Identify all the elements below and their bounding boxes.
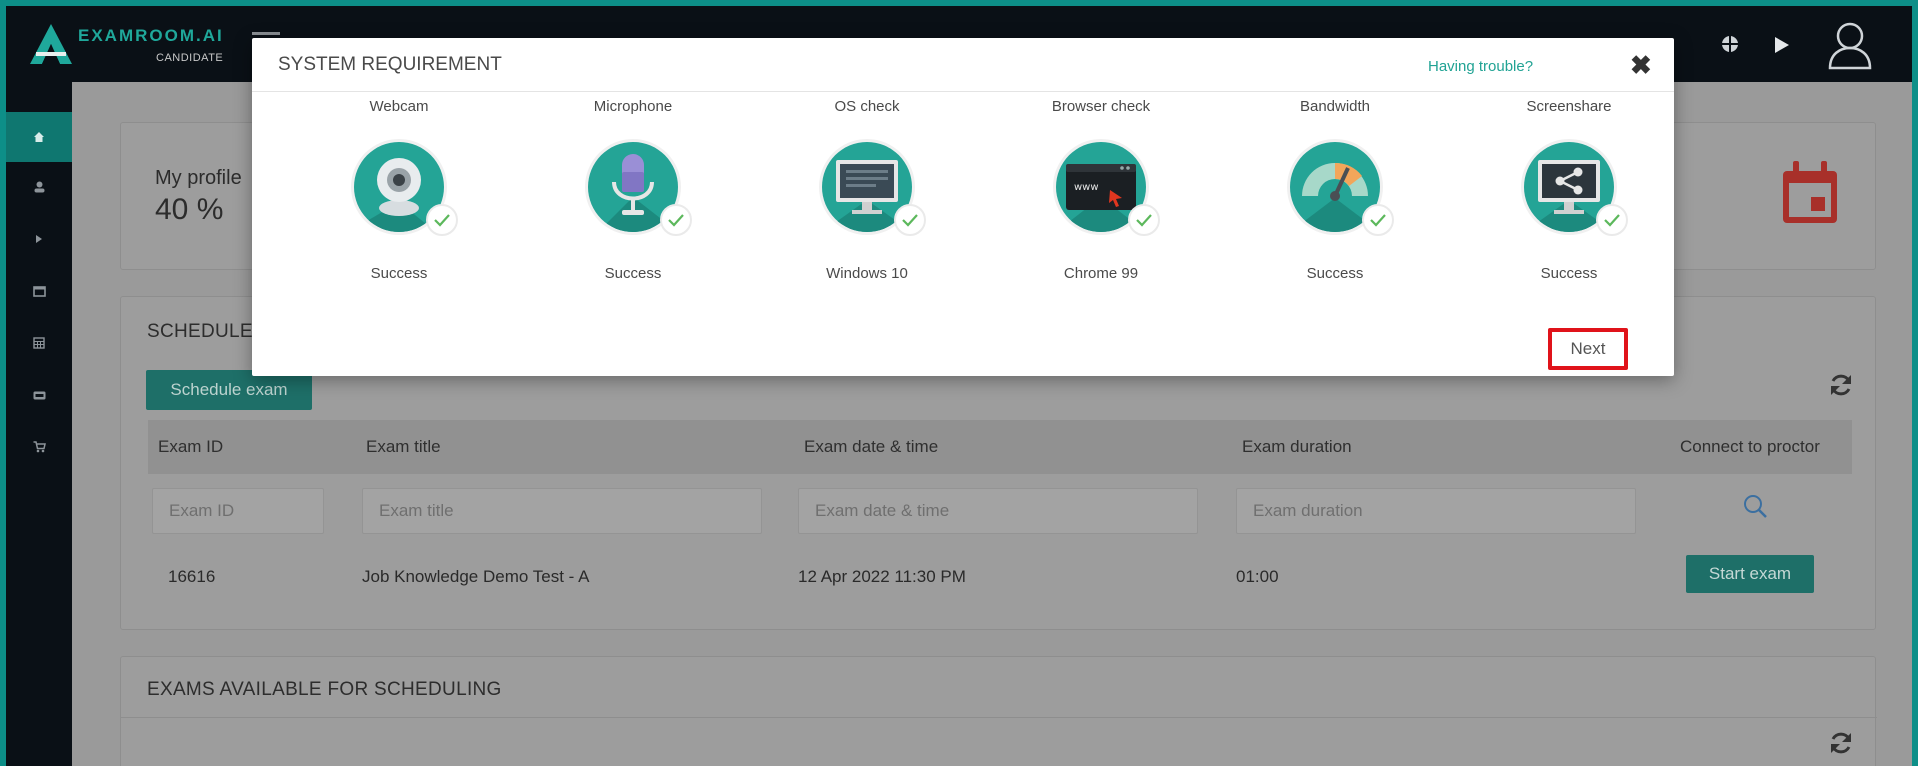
divider xyxy=(121,717,1877,718)
app-frame: EXAMROOM.AI CANDIDATE My profile 40 % SC… xyxy=(6,6,1912,766)
check-browser: Browser check www Chrome 99 xyxy=(984,98,1218,298)
window-icon xyxy=(32,285,46,297)
play-icon xyxy=(36,235,42,243)
check-name: OS check xyxy=(834,98,900,115)
next-button[interactable]: Next xyxy=(1548,328,1628,370)
success-check-icon xyxy=(426,204,458,236)
check-status: Success xyxy=(1306,265,1364,282)
logo-icon xyxy=(30,24,72,64)
sidebar-item-home[interactable] xyxy=(6,112,72,162)
exam-datetime-cell: 12 Apr 2022 11:30 PM xyxy=(798,567,966,586)
column-header: Connect to proctor xyxy=(1680,437,1820,456)
success-check-icon xyxy=(1128,204,1160,236)
check-status: Success xyxy=(604,265,662,282)
scheduled-title: SCHEDULED xyxy=(147,321,267,342)
schedule-exam-button[interactable]: Schedule exam xyxy=(146,370,312,410)
avatar-icon[interactable] xyxy=(1826,20,1874,70)
column-header: Exam title xyxy=(366,437,441,456)
check-name: Browser check xyxy=(1051,98,1151,115)
user-icon xyxy=(34,181,44,193)
success-check-icon xyxy=(1596,204,1628,236)
profile-percent: 40 % xyxy=(155,193,224,226)
logo[interactable]: EXAMROOM.AI CANDIDATE xyxy=(28,20,228,70)
success-check-icon xyxy=(894,204,926,236)
refresh-icon[interactable] xyxy=(1828,730,1854,756)
calendar-icon xyxy=(33,337,45,349)
having-trouble-link[interactable]: Having trouble? xyxy=(1428,58,1533,75)
check-name: Microphone xyxy=(593,98,673,115)
column-header: Exam ID xyxy=(158,437,224,456)
exam-duration-filter-input[interactable]: Exam duration xyxy=(1236,488,1636,534)
sidebar-item-window[interactable] xyxy=(6,266,72,316)
home-icon xyxy=(34,132,44,142)
svg-text:www: www xyxy=(1074,182,1099,193)
check-status: Windows 10 xyxy=(826,265,908,282)
exam-id-cell: 16616 xyxy=(168,567,216,586)
close-icon[interactable]: ✖ xyxy=(1630,50,1652,81)
calendar-icon[interactable] xyxy=(1781,161,1839,225)
sidebar-item-calendar[interactable] xyxy=(6,318,72,368)
refresh-icon[interactable] xyxy=(1828,372,1854,398)
check-name: Bandwidth xyxy=(1299,98,1371,115)
check-bandwidth: Bandwidth Success xyxy=(1218,98,1452,298)
check-microphone: Microphone Success xyxy=(516,98,750,298)
cart-icon xyxy=(33,441,46,453)
exam-title-filter-input[interactable]: Exam title xyxy=(362,488,762,534)
table-header: Exam ID Exam title Exam date & time Exam… xyxy=(148,420,1852,474)
search-icon[interactable] xyxy=(1742,493,1768,519)
check-webcam: Webcam Success xyxy=(282,98,516,298)
success-check-icon xyxy=(660,204,692,236)
sidebar-item-profile[interactable] xyxy=(6,162,72,212)
sidebar-item-play[interactable] xyxy=(6,214,72,264)
sidebar-item-ticket[interactable] xyxy=(6,370,72,420)
crosshair-icon[interactable] xyxy=(1720,34,1740,54)
sidebar xyxy=(6,82,72,766)
available-exams-card: EXAMS AVAILABLE FOR SCHEDULING xyxy=(120,656,1877,766)
column-header: Exam date & time xyxy=(804,437,939,456)
modal-header: SYSTEM REQUIREMENT Having trouble? ✖ xyxy=(252,38,1674,92)
play-icon[interactable] xyxy=(1774,36,1790,54)
check-screenshare: Screenshare Success xyxy=(1452,98,1686,298)
ticket-icon xyxy=(33,391,45,399)
start-exam-button[interactable]: Start exam xyxy=(1686,555,1814,593)
exam-id-filter-input[interactable]: Exam ID xyxy=(152,488,324,534)
column-header: Exam duration xyxy=(1242,437,1352,456)
available-title: EXAMS AVAILABLE FOR SCHEDULING xyxy=(147,679,502,700)
brand-subtitle: CANDIDATE xyxy=(156,52,224,64)
modal-title: SYSTEM REQUIREMENT xyxy=(278,54,502,75)
exam-datetime-filter-input[interactable]: Exam date & time xyxy=(798,488,1198,534)
exam-title-cell: Job Knowledge Demo Test - A xyxy=(362,567,590,586)
check-status: Success xyxy=(1540,265,1598,282)
sidebar-item-cart[interactable] xyxy=(6,422,72,472)
check-status: Success xyxy=(370,265,428,282)
check-name: Webcam xyxy=(369,98,429,115)
exam-duration-cell: 01:00 xyxy=(1236,567,1279,586)
check-status: Chrome 99 xyxy=(1063,265,1139,282)
brand-name: EXAMROOM.AI xyxy=(78,26,224,45)
check-os: OS check Windows 10 xyxy=(750,98,984,298)
profile-label: My profile xyxy=(155,167,242,189)
system-requirement-modal: SYSTEM REQUIREMENT Having trouble? ✖ Web… xyxy=(252,38,1674,376)
check-name: Screenshare xyxy=(1526,98,1612,115)
success-check-icon xyxy=(1362,204,1394,236)
